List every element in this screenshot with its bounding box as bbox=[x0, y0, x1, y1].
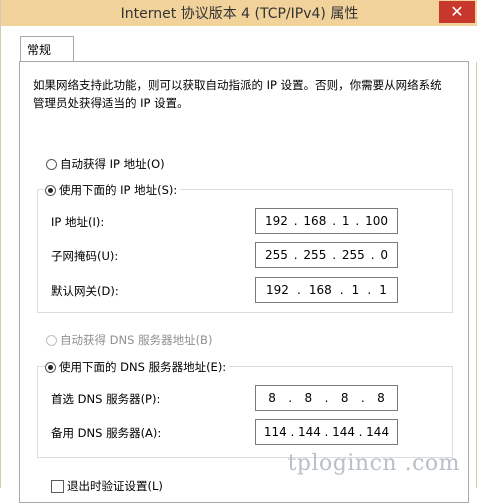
mask-octet: 255 bbox=[303, 248, 327, 262]
dns-octet: 8 bbox=[377, 391, 385, 405]
preferred-dns-input[interactable]: 8. 8. 8. 8 bbox=[255, 385, 398, 411]
subnet-mask-input[interactable]: 255. 255. 255. 0 bbox=[255, 242, 398, 268]
ip-address-input[interactable]: 192. 168. 1. 100 bbox=[255, 208, 398, 234]
gateway-octet: 1 bbox=[351, 283, 360, 297]
default-gateway-label: 默认网关(D): bbox=[51, 284, 119, 298]
gateway-octet: 192 bbox=[266, 283, 289, 297]
watermark-text: tplogincn .com bbox=[287, 451, 460, 476]
window-title: Internet 协议版本 4 (TCP/IPv4) 属性 bbox=[120, 6, 359, 22]
auto-dns-label: 自动获得 DNS 服务器地址(B) bbox=[60, 333, 213, 347]
auto-ip-radio[interactable] bbox=[46, 158, 57, 170]
manual-ip-option[interactable]: 使用下面的 IP 地址(S): bbox=[45, 182, 181, 198]
auto-dns-radio[interactable] bbox=[46, 334, 57, 346]
manual-ip-label: 使用下面的 IP 地址(S): bbox=[59, 183, 178, 197]
manual-dns-radio[interactable] bbox=[45, 361, 56, 373]
mask-octet: 0 bbox=[380, 248, 389, 262]
dns-octet: 144 bbox=[297, 425, 321, 439]
tab-bar: 常规 bbox=[1, 26, 477, 64]
title-bar[interactable]: Internet 协议版本 4 (TCP/IPv4) 属性 ✕ bbox=[1, 0, 477, 26]
manual-dns-option[interactable]: 使用下面的 DNS 服务器地址(E): bbox=[45, 359, 230, 375]
default-gateway-input[interactable]: 192. 168. 1. 1 bbox=[255, 277, 398, 303]
dns-octet: 8 bbox=[268, 391, 276, 405]
dns-octet: 144 bbox=[366, 425, 390, 439]
auto-dns-option[interactable]: 自动获得 DNS 服务器地址(B) bbox=[46, 332, 212, 348]
ip-octet: 192 bbox=[264, 214, 288, 228]
tab-general-label: 常规 bbox=[27, 43, 52, 57]
dns-octet: 114 bbox=[263, 425, 287, 439]
validate-on-exit-checkbox[interactable] bbox=[51, 480, 64, 493]
dialog-window: Internet 协议版本 4 (TCP/IPv4) 属性 ✕ 常规 如果网络支… bbox=[0, 0, 477, 503]
gateway-octet: 168 bbox=[308, 283, 332, 297]
ip-octet: 100 bbox=[365, 214, 389, 228]
dns-octet: 8 bbox=[340, 391, 349, 405]
mask-octet: 255 bbox=[264, 248, 288, 262]
subnet-mask-label: 子网掩码(U): bbox=[51, 249, 119, 263]
dns-octet: 144 bbox=[332, 425, 355, 439]
description-text: 如果网络支持此功能，则可以获取自动指派的 IP 设置。否则，你需要从网络系统管理… bbox=[33, 78, 442, 110]
ip-octet: 168 bbox=[303, 214, 327, 228]
auto-ip-option[interactable]: 自动获得 IP 地址(O) bbox=[46, 156, 165, 172]
alternate-dns-label: 备用 DNS 服务器(A): bbox=[51, 426, 162, 440]
alternate-dns-input[interactable]: 114. 144. 144. 144 bbox=[255, 419, 398, 445]
close-icon: ✕ bbox=[450, 2, 464, 21]
ip-octet: 1 bbox=[341, 214, 350, 228]
manual-ip-radio[interactable] bbox=[45, 184, 56, 196]
manual-dns-label: 使用下面的 DNS 服务器地址(E): bbox=[59, 360, 227, 374]
gateway-octet: 1 bbox=[379, 283, 387, 297]
validate-on-exit-label: 退出时验证设置(L) bbox=[67, 479, 163, 493]
ip-address-label: IP 地址(I): bbox=[51, 215, 105, 229]
mask-octet: 255 bbox=[341, 248, 365, 262]
auto-ip-label: 自动获得 IP 地址(O) bbox=[60, 157, 165, 171]
tab-general[interactable]: 常规 bbox=[20, 36, 74, 64]
close-button[interactable]: ✕ bbox=[439, 1, 475, 23]
preferred-dns-label: 首选 DNS 服务器(P): bbox=[51, 392, 161, 406]
dns-octet: 8 bbox=[304, 391, 313, 405]
